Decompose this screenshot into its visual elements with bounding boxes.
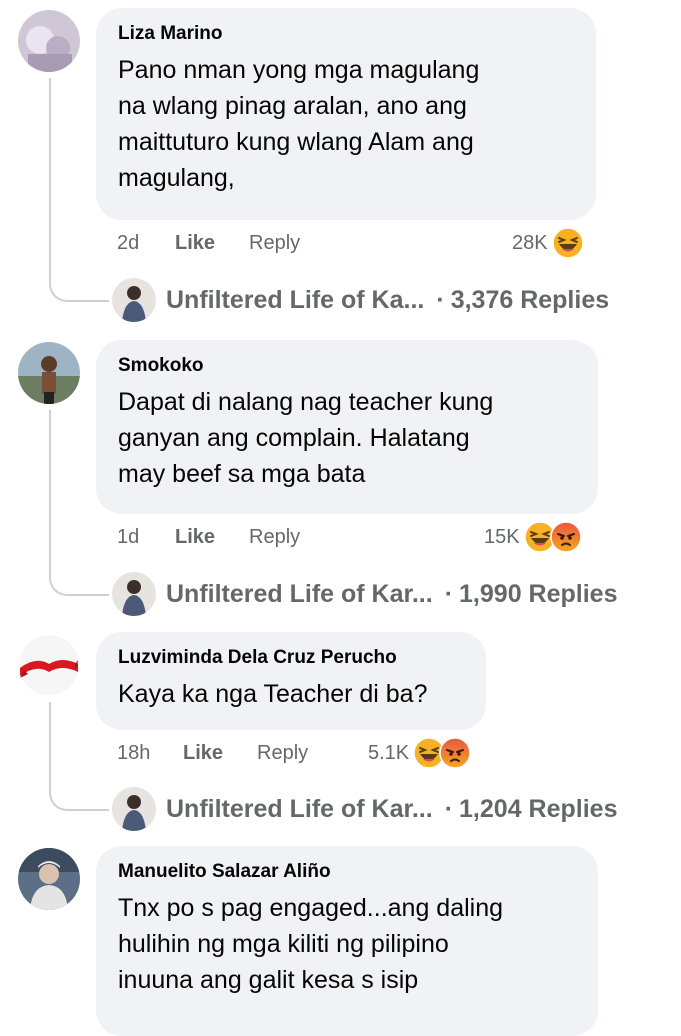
comment-bubble: Manuelito Salazar Aliño Tnx po s pag eng…: [96, 846, 598, 1036]
comment-text-line: Tnx po s pag engaged...ang daling: [118, 894, 504, 922]
comment-author[interactable]: Liza Marino: [118, 22, 574, 46]
reaction-count: 5.1K: [368, 741, 410, 764]
reply-page-name: Unfiltered Life of Kar...: [166, 579, 433, 608]
view-replies-link[interactable]: Unfiltered Life of Ka... · 3,376 Replies: [112, 277, 609, 323]
comment-text-line: magulang,: [118, 164, 235, 192]
view-replies-link[interactable]: Unfiltered Life of Kar... · 1,204 Replie…: [112, 786, 617, 832]
angry-icon: [549, 521, 582, 553]
reply-button[interactable]: Reply: [249, 526, 300, 549]
reaction-summary[interactable]: 15K: [484, 520, 582, 554]
comment-text-line: ganyan ang complain. Halatang: [118, 424, 470, 452]
comment-actions: 18h Like Reply: [117, 738, 308, 768]
comment-text-line: Dapat di nalang nag teacher kung: [118, 388, 494, 416]
view-replies-link[interactable]: Unfiltered Life of Kar... · 1,990 Replie…: [112, 571, 617, 617]
like-button[interactable]: Like: [175, 232, 249, 255]
comment-text-line: na wlang pinag aralan, ano ang: [118, 92, 467, 120]
comment-actions: 2d Like Reply: [117, 228, 300, 258]
separator: ·: [444, 794, 454, 823]
avatar[interactable]: [18, 342, 80, 404]
comment-text-line: hulihin ng mga kiliti ng pilipino: [118, 930, 449, 958]
like-button[interactable]: Like: [175, 526, 249, 549]
reply-count: 1,990 Replies: [459, 579, 618, 608]
avatar[interactable]: [18, 10, 80, 72]
comment-bubble: Luzviminda Dela Cruz Perucho Kaya ka nga…: [96, 632, 486, 730]
comment-text-line: maittuturo kung wlang Alam ang: [118, 128, 474, 156]
angry-icon: [439, 737, 471, 769]
comment-text-line: Pano nman yong mga magulang: [118, 56, 480, 84]
comment-author[interactable]: Manuelito Salazar Aliño: [118, 860, 576, 884]
comment-timestamp[interactable]: 1d: [117, 526, 175, 549]
comment-actions: 1d Like Reply: [117, 522, 300, 552]
haha-icon: [551, 227, 584, 259]
comment-text-line: inuuna ang galit kesa s isip: [118, 966, 419, 994]
avatar[interactable]: [18, 848, 80, 910]
reply-button[interactable]: Reply: [249, 232, 300, 255]
comment-author[interactable]: Smokoko: [118, 354, 576, 378]
page-avatar: [112, 787, 156, 831]
reply-thread-line: [49, 702, 109, 811]
reaction-summary[interactable]: 28K: [512, 226, 584, 260]
reaction-count: 28K: [512, 231, 548, 254]
reply-page-name: Unfiltered Life of Kar...: [166, 794, 433, 823]
reply-count: 1,204 Replies: [459, 794, 618, 823]
reaction-summary[interactable]: 5.1K: [368, 736, 471, 770]
comment-bubble: Smokoko Dapat di nalang nag teacher kung…: [96, 340, 598, 514]
reply-button[interactable]: Reply: [257, 742, 308, 765]
page-avatar: [112, 278, 156, 322]
comment-text-line: may beef sa mga bata: [118, 460, 366, 488]
avatar[interactable]: [18, 634, 80, 696]
separator: ·: [444, 579, 454, 608]
comment-timestamp[interactable]: 2d: [117, 232, 175, 255]
like-button[interactable]: Like: [183, 742, 257, 765]
comment-author[interactable]: Luzviminda Dela Cruz Perucho: [118, 646, 464, 670]
reaction-count: 15K: [484, 525, 520, 548]
reply-page-name: Unfiltered Life of Ka...: [166, 285, 425, 314]
comment-bubble: Liza Marino Pano nman yong mga magulang …: [96, 8, 596, 220]
separator: ·: [436, 285, 445, 314]
reply-count: 3,376 Replies: [450, 285, 610, 314]
comment-text-line: Kaya ka nga Teacher di ba?: [118, 680, 428, 708]
reply-thread-line: [49, 78, 109, 302]
page-avatar: [112, 572, 156, 616]
reply-thread-line: [49, 410, 109, 596]
comment-timestamp[interactable]: 18h: [117, 742, 183, 765]
